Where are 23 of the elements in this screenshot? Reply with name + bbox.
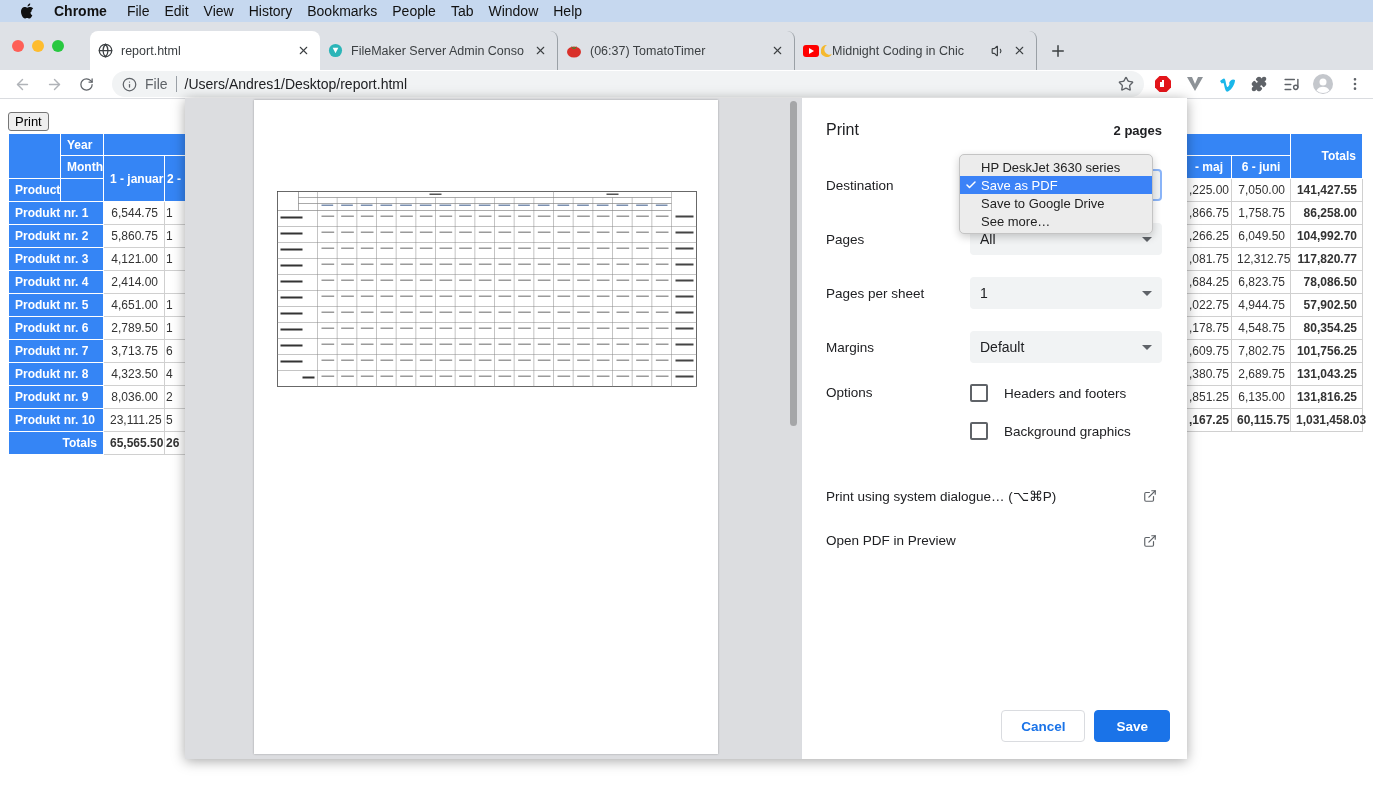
row-header: Produkt nr. 4 bbox=[8, 270, 104, 294]
row-header: Produkt nr. 10 bbox=[8, 408, 104, 432]
setting-label: Pages per sheet bbox=[826, 285, 926, 301]
setting-label: Options bbox=[826, 385, 874, 400]
row-header: Produkt nr. 9 bbox=[8, 385, 104, 409]
row-header: Year bbox=[60, 133, 104, 156]
row-header: Produkt nr. 5 bbox=[8, 293, 104, 317]
row-header: Produkt nr. 3 bbox=[8, 247, 104, 271]
dialog-title: Print bbox=[826, 121, 859, 139]
row-header: Produkt nr. 1 bbox=[8, 201, 104, 225]
setting-label: Margins bbox=[826, 339, 875, 355]
setting-label: Pages bbox=[826, 231, 866, 247]
row-header: Produkt nr. 6 bbox=[8, 316, 104, 340]
column-header: Product bbox=[8, 178, 61, 202]
row-header: Produkt nr. 2 bbox=[8, 224, 104, 248]
scheme-label: File bbox=[145, 76, 168, 92]
setting-label: Destination bbox=[826, 177, 895, 193]
row-header: Produkt nr. 7 bbox=[8, 339, 104, 363]
page-count: 2 pages bbox=[1113, 122, 1162, 138]
column-header: Totals bbox=[1290, 133, 1363, 179]
row-header: Produkt nr. 8 bbox=[8, 362, 104, 386]
column-header: 1 - januar bbox=[103, 155, 165, 202]
row-header: Totals bbox=[8, 431, 104, 455]
